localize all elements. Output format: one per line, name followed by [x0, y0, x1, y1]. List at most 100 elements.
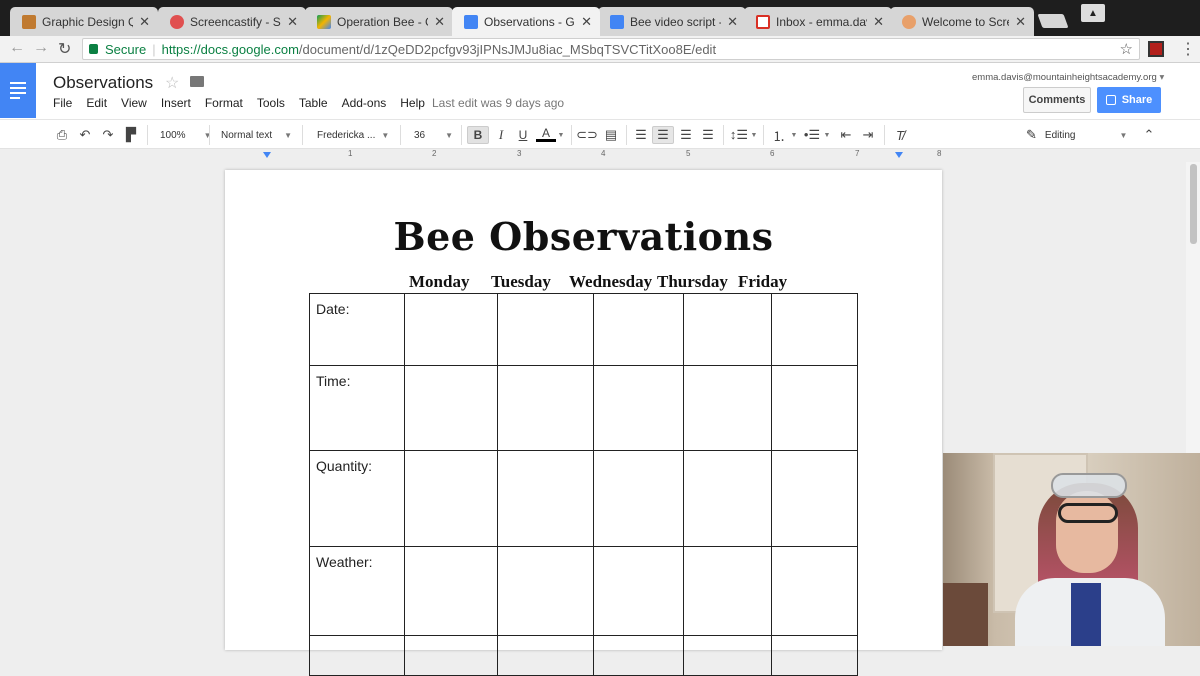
- last-edit-link[interactable]: Last edit was 9 days ago: [432, 96, 564, 110]
- screencastify-extension-icon[interactable]: [1148, 41, 1164, 57]
- table-cell[interactable]: [593, 365, 684, 451]
- day-header-thursday[interactable]: Thursday: [657, 272, 728, 292]
- table-cell[interactable]: [771, 635, 858, 676]
- bold-button[interactable]: B: [467, 126, 489, 144]
- text-color-button[interactable]: A: [536, 126, 556, 142]
- menu-help[interactable]: Help: [400, 96, 425, 110]
- paint-format-icon[interactable]: ▛: [123, 126, 139, 144]
- align-center-icon[interactable]: ☰: [652, 126, 674, 144]
- table-cell[interactable]: [683, 365, 772, 451]
- table-cell[interactable]: [593, 635, 684, 676]
- table-cell[interactable]: [497, 450, 594, 547]
- bookmark-star-icon[interactable]: ☆: [1120, 40, 1133, 58]
- paragraph-style-select[interactable]: Normal text ▼: [221, 126, 292, 144]
- undo-icon[interactable]: ↶: [77, 126, 93, 144]
- table-cell[interactable]: [771, 546, 858, 636]
- italic-button[interactable]: I: [492, 126, 510, 144]
- comment-icon[interactable]: ▤: [602, 126, 620, 144]
- menu-format[interactable]: Format: [205, 96, 243, 110]
- forward-icon[interactable]: →: [33, 39, 49, 57]
- tab-bee-video-script[interactable]: Bee video script - G ✕: [598, 7, 746, 36]
- table-cell[interactable]: [404, 365, 498, 451]
- secure-indicator[interactable]: Secure: [89, 42, 146, 57]
- table-cell[interactable]: [683, 450, 772, 547]
- table-cell[interactable]: [497, 546, 594, 636]
- tab-welcome-screencastify[interactable]: Welcome to Screen ✕: [890, 7, 1034, 36]
- font-size-select[interactable]: 36 ▼: [414, 126, 453, 144]
- table-cell[interactable]: [497, 635, 594, 676]
- font-select[interactable]: Fredericka ... ▼: [317, 126, 389, 144]
- table-cell[interactable]: [497, 365, 594, 451]
- underline-button[interactable]: U: [514, 126, 532, 144]
- align-right-icon[interactable]: ☰: [677, 126, 695, 144]
- day-header-wednesday[interactable]: Wednesday: [569, 272, 652, 292]
- menu-edit[interactable]: Edit: [86, 96, 107, 110]
- back-icon[interactable]: ←: [9, 39, 25, 57]
- share-button[interactable]: Share: [1097, 87, 1161, 113]
- day-header-tuesday[interactable]: Tuesday: [491, 272, 551, 292]
- table-cell[interactable]: [404, 546, 498, 636]
- close-icon[interactable]: ✕: [287, 14, 298, 30]
- tab-inbox[interactable]: Inbox - emma.davis ✕: [744, 7, 892, 36]
- chevron-down-icon[interactable]: ▼: [823, 126, 831, 144]
- tab-graphic-design[interactable]: Graphic Design Q1: ✕: [10, 7, 158, 36]
- bulleted-list-icon[interactable]: •☰: [803, 126, 821, 144]
- row-label-time[interactable]: Time:: [309, 365, 405, 451]
- menu-add-ons[interactable]: Add-ons: [342, 96, 387, 110]
- menu-insert[interactable]: Insert: [161, 96, 191, 110]
- vertical-scrollbar[interactable]: [1186, 162, 1200, 453]
- document-heading[interactable]: Bee Observations: [225, 214, 942, 259]
- right-indent-marker[interactable]: [895, 152, 903, 158]
- increase-indent-icon[interactable]: ⇥: [859, 126, 877, 144]
- close-icon[interactable]: ✕: [434, 14, 445, 30]
- chevron-down-icon[interactable]: ▼: [557, 126, 565, 144]
- link-icon[interactable]: ⊂⊃: [576, 126, 598, 144]
- tab-screencastify[interactable]: Screencastify - Scre ✕: [158, 7, 306, 36]
- decrease-indent-icon[interactable]: ⇤: [837, 126, 855, 144]
- editing-mode-select[interactable]: ✎ Editing ▼: [1026, 126, 1127, 144]
- new-tab-button[interactable]: [1037, 14, 1069, 28]
- url-input[interactable]: Secure | https://docs.google.com/documen…: [82, 38, 1140, 60]
- chevron-down-icon[interactable]: ▼: [750, 126, 758, 144]
- tab-operation-bee[interactable]: Operation Bee - Go ✕: [305, 7, 453, 36]
- table-cell[interactable]: [771, 365, 858, 451]
- document-title[interactable]: Observations: [53, 73, 153, 93]
- table-cell[interactable]: [683, 635, 772, 676]
- close-icon[interactable]: ✕: [727, 14, 738, 30]
- close-icon[interactable]: ✕: [139, 14, 150, 30]
- redo-icon[interactable]: ↷: [100, 126, 116, 144]
- table-cell[interactable]: [593, 546, 684, 636]
- row-label-weather[interactable]: Weather:: [309, 546, 405, 636]
- menu-tools[interactable]: Tools: [257, 96, 285, 110]
- document-page[interactable]: Bee Observations Monday Tuesday Wednesda…: [225, 170, 942, 676]
- row-label-quantity[interactable]: Quantity:: [309, 450, 405, 547]
- star-icon[interactable]: ☆: [165, 73, 179, 93]
- day-header-friday[interactable]: Friday: [738, 272, 787, 292]
- close-icon[interactable]: ✕: [581, 14, 592, 30]
- reload-icon[interactable]: ↻: [58, 39, 71, 59]
- tab-observations[interactable]: Observations - Goo ✕: [452, 7, 600, 36]
- comments-button[interactable]: Comments: [1023, 87, 1091, 113]
- folder-icon[interactable]: [190, 76, 204, 87]
- table-cell[interactable]: [771, 293, 858, 366]
- table-cell[interactable]: [404, 293, 498, 366]
- account-email[interactable]: emma.davis@mountainheightsacademy.org ▾: [972, 72, 1164, 83]
- chevron-down-icon[interactable]: ▼: [790, 126, 798, 144]
- table-cell[interactable]: [683, 546, 772, 636]
- menu-table[interactable]: Table: [299, 96, 328, 110]
- line-spacing-icon[interactable]: ↕☰: [729, 126, 749, 144]
- table-cell[interactable]: [593, 293, 684, 366]
- collapse-toolbar-icon[interactable]: ⌃: [1141, 126, 1157, 144]
- print-icon[interactable]: ⎙: [54, 126, 70, 144]
- table-cell[interactable]: [593, 450, 684, 547]
- browser-menu-icon[interactable]: ⋮: [1180, 39, 1196, 59]
- numbered-list-icon[interactable]: ⒈: [770, 126, 788, 144]
- menu-view[interactable]: View: [121, 96, 147, 110]
- align-left-icon[interactable]: ☰: [632, 126, 650, 144]
- day-header-monday[interactable]: Monday: [409, 272, 469, 292]
- zoom-select[interactable]: 100% ▼: [160, 126, 212, 144]
- clear-formatting-icon[interactable]: T̸: [891, 126, 909, 144]
- close-icon[interactable]: ✕: [873, 14, 884, 30]
- table-cell[interactable]: [771, 450, 858, 547]
- table-cell[interactable]: [683, 293, 772, 366]
